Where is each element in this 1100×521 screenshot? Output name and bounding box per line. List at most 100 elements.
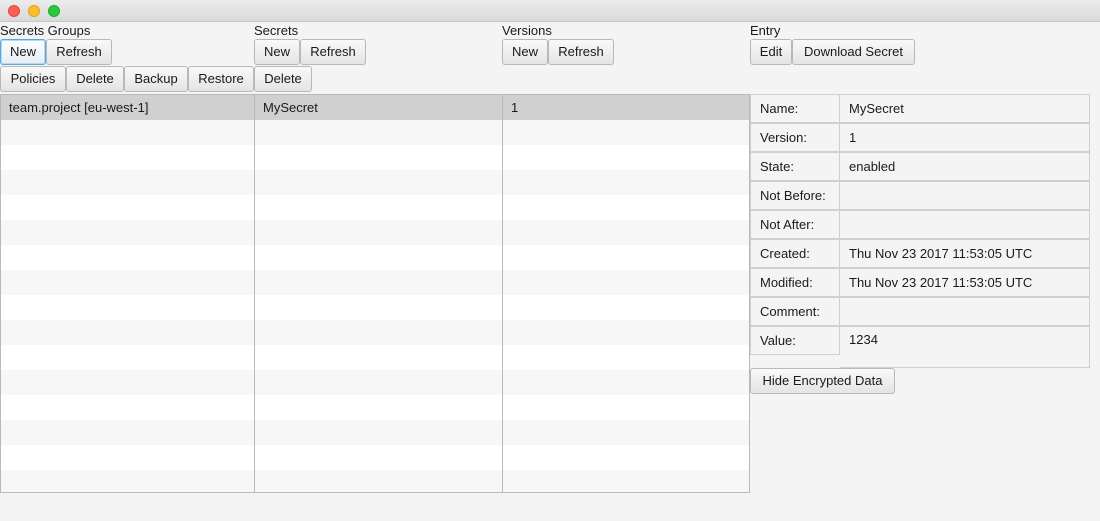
empty-row	[503, 445, 749, 470]
empty-row	[503, 420, 749, 445]
empty-row	[1, 395, 254, 420]
empty-row	[1, 195, 254, 220]
empty-row	[1, 145, 254, 170]
empty-row	[503, 120, 749, 145]
empty-row	[1, 420, 254, 445]
minimize-window-button[interactable]	[28, 5, 40, 17]
entry-value	[840, 297, 1090, 326]
list-item[interactable]: MySecret	[255, 95, 502, 120]
empty-row	[503, 320, 749, 345]
empty-row	[255, 395, 502, 420]
list-item[interactable]: team.project [eu-west-1]	[1, 95, 254, 120]
empty-row	[1, 345, 254, 370]
entry-value	[840, 210, 1090, 239]
entry-row-modified: Modified: Thu Nov 23 2017 11:53:05 UTC	[750, 268, 1090, 297]
secret-value-field[interactable]: 1234	[840, 326, 1090, 368]
empty-row	[1, 120, 254, 145]
empty-row	[255, 120, 502, 145]
versions-list[interactable]: 1	[502, 94, 750, 493]
empty-row	[255, 345, 502, 370]
empty-row	[503, 345, 749, 370]
entry-key: State:	[750, 152, 840, 181]
entry-row-version: Version: 1	[750, 123, 1090, 152]
groups-backup-button[interactable]: Backup	[124, 66, 188, 92]
empty-row	[1, 470, 254, 492]
empty-row	[1, 220, 254, 245]
entry-value: Thu Nov 23 2017 11:53:05 UTC	[840, 239, 1090, 268]
empty-row	[255, 295, 502, 320]
entry-row-value: Value: 1234	[750, 326, 1090, 368]
empty-row	[1, 170, 254, 195]
entry-label: Entry	[750, 23, 781, 38]
empty-row	[255, 245, 502, 270]
groups-new-button[interactable]: New	[0, 39, 46, 65]
maximize-window-button[interactable]	[48, 5, 60, 17]
entry-key: Not Before:	[750, 181, 840, 210]
empty-row	[503, 470, 749, 492]
secrets-label: Secrets	[254, 23, 299, 38]
close-window-button[interactable]	[8, 5, 20, 17]
empty-row	[503, 245, 749, 270]
secrets-groups-list[interactable]: team.project [eu-west-1]	[0, 94, 255, 493]
groups-refresh-button[interactable]: Refresh	[46, 39, 112, 65]
empty-row	[255, 170, 502, 195]
secrets-new-button[interactable]: New	[254, 39, 300, 65]
entry-key: Comment:	[750, 297, 840, 326]
secrets-delete-button[interactable]: Delete	[254, 66, 312, 92]
empty-row	[255, 145, 502, 170]
entry-key: Modified:	[750, 268, 840, 297]
versions-new-button[interactable]: New	[502, 39, 548, 65]
secrets-groups-label: Secrets Groups	[0, 23, 91, 38]
versions-label: Versions	[502, 23, 552, 38]
title-bar	[0, 0, 1100, 22]
groups-restore-button[interactable]: Restore	[188, 66, 254, 92]
download-secret-button[interactable]: Download Secret	[792, 39, 915, 65]
secrets-list[interactable]: MySecret	[254, 94, 503, 493]
entry-row-state: State: enabled	[750, 152, 1090, 181]
entry-edit-button[interactable]: Edit	[750, 39, 792, 65]
empty-row	[255, 320, 502, 345]
secrets-refresh-button[interactable]: Refresh	[300, 39, 366, 65]
empty-row	[255, 270, 502, 295]
entry-key: Value:	[750, 326, 840, 355]
hide-encrypted-data-button[interactable]: Hide Encrypted Data	[750, 368, 895, 394]
empty-row	[503, 195, 749, 220]
empty-row	[255, 420, 502, 445]
empty-row	[503, 270, 749, 295]
empty-row	[503, 145, 749, 170]
empty-row	[1, 270, 254, 295]
empty-row	[1, 445, 254, 470]
entry-value: MySecret	[840, 94, 1090, 123]
list-item[interactable]: 1	[503, 95, 749, 120]
entry-row-created: Created: Thu Nov 23 2017 11:53:05 UTC	[750, 239, 1090, 268]
empty-row	[503, 170, 749, 195]
groups-policies-button[interactable]: Policies	[0, 66, 66, 92]
entry-key: Created:	[750, 239, 840, 268]
entry-row-comment: Comment:	[750, 297, 1090, 326]
empty-row	[503, 395, 749, 420]
empty-row	[255, 220, 502, 245]
entry-key: Not After:	[750, 210, 840, 239]
entry-value: enabled	[840, 152, 1090, 181]
empty-row	[255, 370, 502, 395]
entry-row-not-before: Not Before:	[750, 181, 1090, 210]
empty-row	[1, 370, 254, 395]
entry-value: Thu Nov 23 2017 11:53:05 UTC	[840, 268, 1090, 297]
entry-row-not-after: Not After:	[750, 210, 1090, 239]
versions-refresh-button[interactable]: Refresh	[548, 39, 614, 65]
empty-row	[255, 445, 502, 470]
empty-row	[503, 370, 749, 395]
empty-row	[1, 295, 254, 320]
empty-row	[503, 220, 749, 245]
groups-delete-button[interactable]: Delete	[66, 66, 124, 92]
empty-row	[255, 470, 502, 492]
entry-key: Name:	[750, 94, 840, 123]
empty-row	[503, 295, 749, 320]
empty-row	[1, 245, 254, 270]
empty-row	[1, 320, 254, 345]
empty-row	[255, 195, 502, 220]
entry-key: Version:	[750, 123, 840, 152]
entry-row-name: Name: MySecret	[750, 94, 1090, 123]
entry-value	[840, 181, 1090, 210]
entry-value: 1	[840, 123, 1090, 152]
